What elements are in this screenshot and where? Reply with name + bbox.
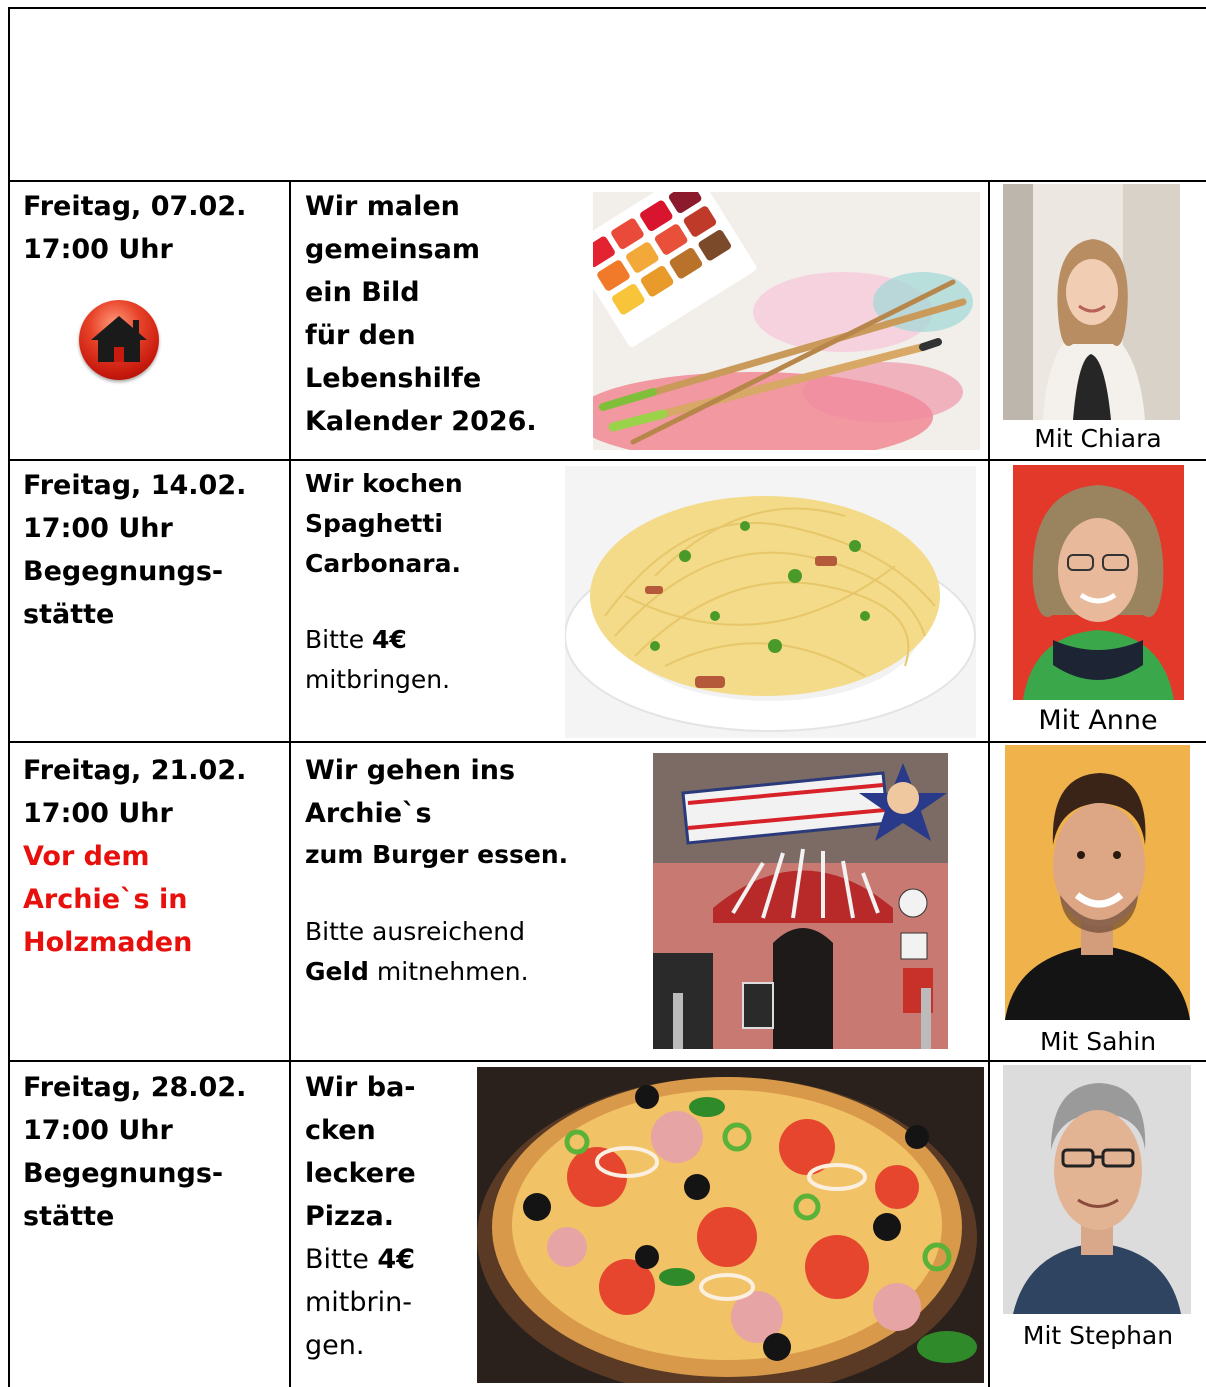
row3-note-line: Bitte ausreichend (305, 917, 525, 946)
row1-activity-line: Kalender 2026. (305, 406, 537, 437)
row4-activity-line: cken (305, 1115, 376, 1146)
row2-note-suffix: mitbringen. (305, 665, 451, 694)
row3-note: Bitte ausreichend Geld mitnehmen. (305, 912, 529, 992)
row1-time: 17:00 Uhr (23, 234, 173, 265)
row2-activity: Wir kochen Spaghetti Carbonara. (305, 464, 463, 584)
person-photo-anne (1013, 465, 1184, 700)
row2-date: Freitag, 14.02. (23, 470, 247, 501)
row3-activity-line: Wir gehen ins (305, 755, 516, 786)
row4-person-caption: Mit Stephan (1022, 1321, 1174, 1350)
row3-location: Vor dem (23, 841, 150, 872)
person-photo-sahin (1005, 745, 1190, 1020)
row4-location: stätte (23, 1201, 115, 1232)
row3-activity: Wir gehen ins Archie`s zum Burger essen. (305, 749, 568, 875)
row4-date-cell: Freitag, 28.02. 17:00 Uhr Begegnungs- st… (23, 1066, 246, 1238)
row3-date-cell: Freitag, 21.02. 17:00 Uhr Vor dem Archie… (23, 749, 246, 964)
row3-date: Freitag, 21.02. (23, 755, 247, 786)
person-photo-stephan (1003, 1065, 1191, 1314)
row3-location: Holzmaden (23, 927, 193, 958)
row1-activity-line: für den (305, 320, 416, 351)
row2-note-prefix: Bitte (305, 625, 373, 654)
row4-date: Freitag, 28.02. (23, 1072, 247, 1103)
row1-activity-line: Wir malen (305, 191, 460, 222)
row3-location: Archie`s in (23, 884, 188, 915)
table-left-border (8, 7, 10, 1387)
row2-note: Bitte 4€ mitbringen. (305, 620, 450, 700)
row3-time: 17:00 Uhr (23, 798, 173, 829)
restaurant-image (653, 753, 948, 1049)
watercolor-image (593, 192, 980, 450)
row4-note-prefix: Bitte (305, 1244, 378, 1275)
row2-bottom-border (8, 741, 1206, 743)
person-photo-chiara (1003, 184, 1180, 420)
column-divider-2 (988, 180, 990, 1387)
row1-date-cell: Freitag, 07.02. 17:00 Uhr (23, 185, 246, 271)
table-top-border (8, 7, 1206, 9)
row2-activity-line: Spaghetti (305, 509, 443, 538)
row1-person-caption: Mit Chiara (1034, 424, 1162, 453)
row1-activity-line: gemeinsam (305, 234, 480, 265)
row3-person-caption: Mit Sahin (1039, 1027, 1157, 1056)
row1-date: Freitag, 07.02. (23, 191, 247, 222)
row2-location: stätte (23, 599, 115, 630)
home-icon (79, 300, 159, 380)
row2-person-caption: Mit Anne (1038, 705, 1158, 736)
row4-time: 17:00 Uhr (23, 1115, 173, 1146)
row4-activity: Wir ba- cken leckere Pizza. Bitte 4€ mit… (305, 1066, 416, 1367)
row4-location: Begegnungs- (23, 1158, 224, 1189)
row2-date-cell: Freitag, 14.02. 17:00 Uhr Begegnungs- st… (23, 464, 246, 636)
row4-note-line: gen. (305, 1330, 365, 1361)
row4-note-line: mitbrin- (305, 1287, 412, 1318)
row3-bottom-border (8, 1060, 1206, 1062)
row3-note-suffix: mitnehmen. (368, 957, 529, 986)
row1-activity: Wir malen gemeinsam ein Bild für den Leb… (305, 185, 537, 443)
row4-activity-line: Pizza. (305, 1201, 394, 1232)
row2-location: Begegnungs- (23, 556, 224, 587)
row1-activity-line: ein Bild (305, 277, 420, 308)
row2-activity-line: Carbonara. (305, 549, 461, 578)
row1-bottom-border (8, 459, 1206, 461)
row3-activity-line: Archie`s (305, 798, 432, 829)
row3-note-bold: Geld (305, 957, 369, 986)
row4-activity-line: leckere (305, 1158, 416, 1189)
spaghetti-image (565, 466, 976, 738)
row4-note-amount: 4€ (377, 1244, 415, 1275)
row3-activity-line: zum Burger essen. (305, 840, 569, 869)
row2-note-amount: 4€ (372, 625, 407, 654)
column-divider-1 (289, 180, 291, 1387)
row2-time: 17:00 Uhr (23, 513, 173, 544)
header-bottom-border (8, 180, 1206, 182)
row4-activity-line: Wir ba- (305, 1072, 416, 1103)
row1-activity-line: Lebenshilfe (305, 363, 482, 394)
row2-activity-line: Wir kochen (305, 469, 463, 498)
pizza-image (477, 1067, 984, 1383)
